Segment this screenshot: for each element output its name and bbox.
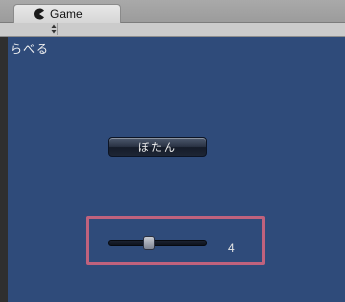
aspect-dropdown[interactable] [2,23,58,35]
pacman-icon [34,8,44,20]
game-label: らべる [10,42,50,56]
game-toolbar [0,23,345,37]
tab-title: Game [50,7,83,21]
slider-value: 4 [228,241,235,255]
game-tab[interactable]: Game [13,4,121,23]
editor-tab-bar: Game [0,0,345,23]
up-down-arrows-icon [51,24,57,34]
slider-track[interactable] [108,240,207,246]
game-button[interactable]: ぼたん [108,137,207,157]
game-view: らべる ぼたん 4 [8,37,345,302]
left-panel-strip [0,37,8,302]
slider-thumb[interactable] [142,236,155,250]
